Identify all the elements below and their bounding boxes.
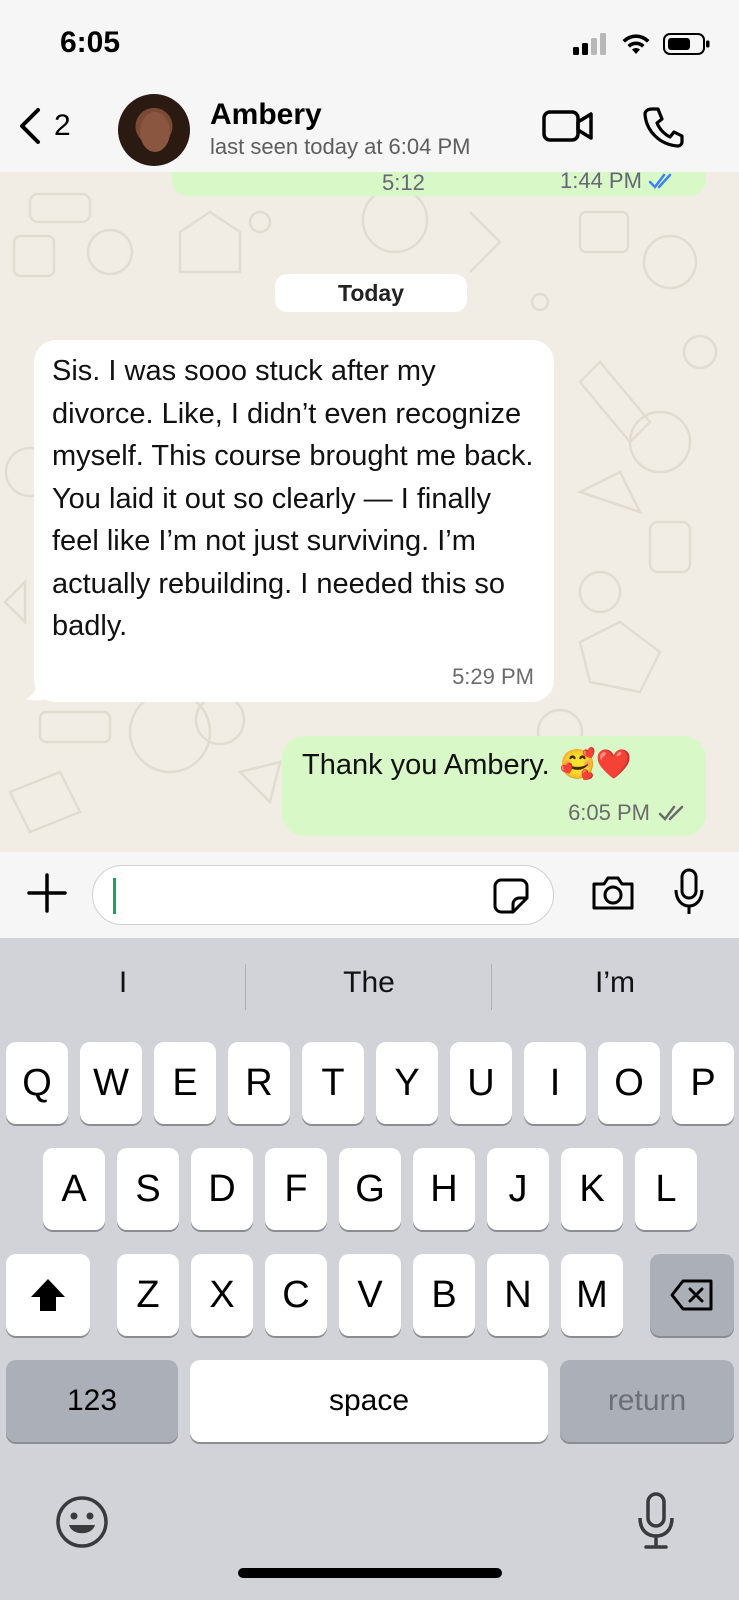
outgoing-message-bubble[interactable]: Thank you Ambery. 🥰❤️ 6:05 PM <box>282 736 706 836</box>
keyboard: I The I’m Q W E R T Y U I O P A S D F G … <box>0 938 739 1600</box>
key-v[interactable]: V <box>339 1254 401 1336</box>
sticker-icon <box>493 878 529 914</box>
backspace-key[interactable] <box>650 1254 734 1336</box>
signal-icon <box>573 33 606 55</box>
shift-icon <box>31 1279 65 1311</box>
key-g[interactable]: G <box>339 1148 401 1230</box>
key-t[interactable]: T <box>302 1042 364 1124</box>
video-call-button[interactable] <box>542 108 594 149</box>
dictation-button[interactable] <box>636 1492 676 1555</box>
key-d[interactable]: D <box>191 1148 253 1230</box>
key-w[interactable]: W <box>80 1042 142 1124</box>
key-m[interactable]: M <box>561 1254 623 1336</box>
shift-key[interactable] <box>6 1254 90 1336</box>
key-r[interactable]: R <box>228 1042 290 1124</box>
key-j[interactable]: J <box>487 1148 549 1230</box>
outgoing-message-content: Thank you Ambery. 🥰❤️ <box>302 748 632 782</box>
previous-message-time: 1:44 PM <box>560 172 676 194</box>
suggestion-2[interactable]: The <box>246 966 492 1000</box>
emoji-icon <box>56 1496 108 1548</box>
home-indicator[interactable] <box>238 1568 502 1578</box>
outgoing-message-time: 6:05 PM <box>568 800 650 825</box>
predictive-suggestions: I The I’m <box>0 938 739 1038</box>
microphone-icon <box>674 868 704 914</box>
camera-icon <box>592 876 634 910</box>
return-key[interactable]: return <box>560 1360 734 1442</box>
chat-header: 2 Ambery last seen today at 6:04 PM <box>0 88 739 172</box>
status-icons <box>573 32 711 56</box>
emoji-keyboard-button[interactable] <box>54 1494 110 1555</box>
previous-time-text: 1:44 PM <box>560 172 642 193</box>
suggestion-3[interactable]: I’m <box>492 966 738 1000</box>
key-p[interactable]: P <box>672 1042 734 1124</box>
key-h[interactable]: H <box>413 1148 475 1230</box>
battery-icon <box>663 33 710 55</box>
sticker-button[interactable] <box>493 878 529 919</box>
key-u[interactable]: U <box>450 1042 512 1124</box>
key-n[interactable]: N <box>487 1254 549 1336</box>
date-separator: Today <box>275 274 467 312</box>
key-e[interactable]: E <box>154 1042 216 1124</box>
status-bar: 6:05 <box>0 0 739 88</box>
key-k[interactable]: K <box>561 1148 623 1230</box>
back-button[interactable]: 2 <box>16 106 71 146</box>
camera-button[interactable] <box>590 874 636 917</box>
incoming-message-time: 5:29 PM <box>452 664 534 689</box>
wifi-icon <box>622 34 650 54</box>
key-c[interactable]: C <box>265 1254 327 1336</box>
numbers-key[interactable]: 123 <box>6 1360 178 1442</box>
key-l[interactable]: L <box>635 1148 697 1230</box>
key-o[interactable]: O <box>598 1042 660 1124</box>
key-i[interactable]: I <box>524 1042 586 1124</box>
contact-name[interactable]: Ambery <box>210 98 322 132</box>
key-z[interactable]: Z <box>117 1254 179 1336</box>
unread-count: 2 <box>54 109 71 142</box>
text-caret <box>113 878 116 914</box>
message-input[interactable] <box>92 865 554 925</box>
phone-icon <box>643 107 684 148</box>
key-f[interactable]: F <box>265 1148 327 1230</box>
key-q[interactable]: Q <box>6 1042 68 1124</box>
plus-icon <box>27 873 67 913</box>
incoming-message-bubble[interactable]: Sis. I was sooo stuck after my divorce. … <box>34 340 554 702</box>
avatar-face <box>140 112 170 152</box>
delivered-ticks-icon <box>658 805 684 821</box>
chevron-left-icon <box>20 108 40 144</box>
backspace-icon <box>670 1279 713 1311</box>
chat-area[interactable]: 5:12 1:44 PM Today Sis. I was sooo stuck… <box>0 172 739 852</box>
read-ticks-icon <box>648 173 672 189</box>
composer-bar <box>0 852 739 938</box>
last-seen: last seen today at 6:04 PM <box>210 134 471 159</box>
key-x[interactable]: X <box>191 1254 253 1336</box>
key-b[interactable]: B <box>413 1254 475 1336</box>
outgoing-message-meta: 6:05 PM <box>568 800 688 826</box>
space-key[interactable]: space <box>190 1360 548 1442</box>
outgoing-message-emoji: 🥰❤️ <box>559 749 632 781</box>
voice-call-button[interactable] <box>642 106 684 153</box>
voice-note-button[interactable] <box>672 868 706 921</box>
previous-voice-duration: 5:12 <box>382 172 425 195</box>
key-y[interactable]: Y <box>376 1042 438 1124</box>
outgoing-message-text: Thank you Ambery. <box>302 748 550 781</box>
key-s[interactable]: S <box>117 1148 179 1230</box>
status-time: 6:05 <box>60 26 121 59</box>
suggestion-1[interactable]: I <box>0 966 246 1000</box>
video-camera-icon <box>542 110 593 142</box>
avatar[interactable] <box>118 94 190 166</box>
dictation-microphone-icon <box>638 1492 674 1549</box>
incoming-message-text: Sis. I was sooo stuck after my divorce. … <box>52 355 534 642</box>
key-a[interactable]: A <box>43 1148 105 1230</box>
attach-button[interactable] <box>26 872 68 919</box>
